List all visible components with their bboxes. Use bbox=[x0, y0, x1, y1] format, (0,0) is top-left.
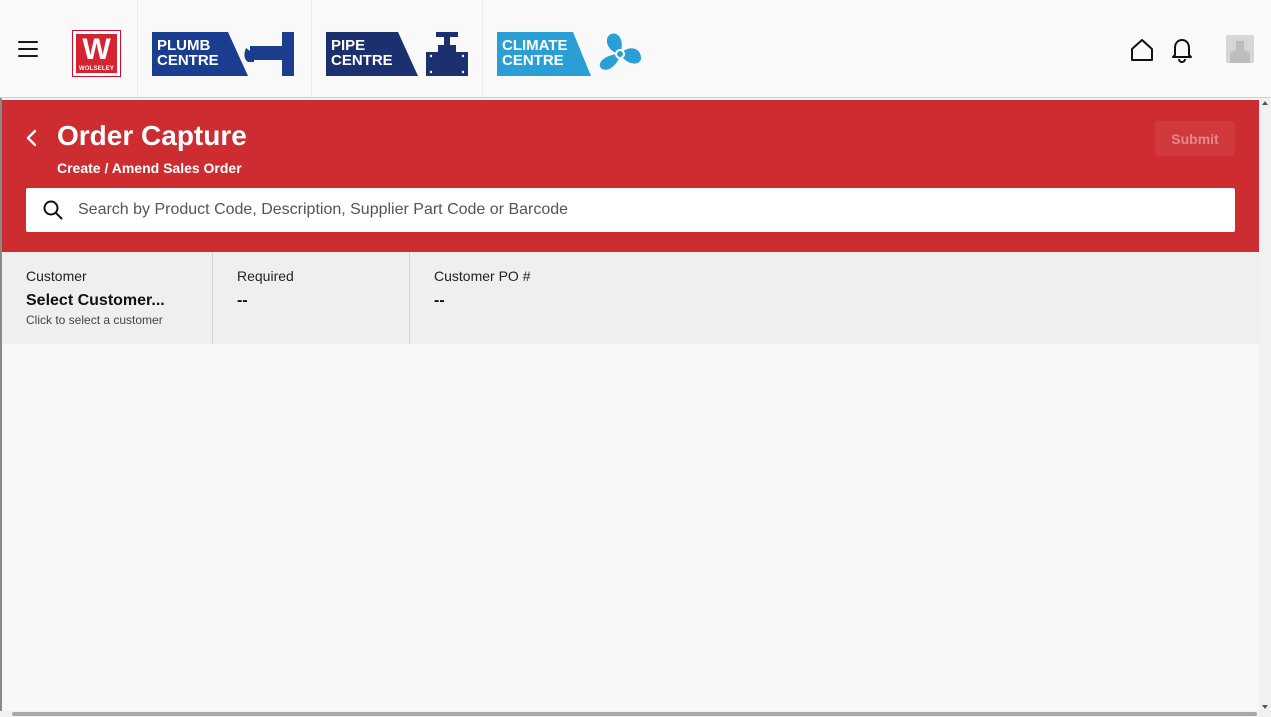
customer-hint: Click to select a customer bbox=[26, 313, 163, 327]
valve-icon bbox=[426, 32, 468, 76]
climate-centre-logo-text: CLIMATE CENTRE bbox=[497, 32, 568, 76]
page-title: Order Capture bbox=[57, 120, 247, 151]
plumb-centre-line1: PLUMB bbox=[157, 37, 211, 54]
top-bar: W WOLSELEY PLUMB CENTRE PIPE CENTRE CLIM… bbox=[0, 0, 1271, 98]
tap-icon bbox=[244, 32, 294, 76]
customer-value: Select Customer... bbox=[26, 292, 165, 309]
page-subtitle: Create / Amend Sales Order bbox=[57, 160, 242, 176]
wolseley-logo: W WOLSELEY bbox=[72, 30, 121, 77]
wolseley-logo-tile[interactable]: W WOLSELEY bbox=[60, 0, 138, 97]
plumb-centre-line2: CENTRE bbox=[157, 52, 219, 69]
pipe-centre-line1: PIPE bbox=[331, 37, 366, 54]
hamburger-icon-line bbox=[18, 48, 38, 50]
order-capture-header: Order Capture Create / Amend Sales Order… bbox=[2, 100, 1259, 252]
pipe-centre-logo-tile[interactable]: PIPE CENTRE bbox=[312, 0, 483, 97]
wolseley-logo-letter: W bbox=[82, 33, 111, 66]
customer-po-field[interactable]: Customer PO # -- bbox=[410, 252, 710, 344]
product-search-box[interactable] bbox=[26, 188, 1235, 232]
climate-centre-line2: CENTRE bbox=[502, 52, 564, 69]
required-label: Required bbox=[237, 268, 294, 284]
order-info-panel: Customer Select Customer... Click to sel… bbox=[2, 252, 1259, 344]
submit-button[interactable]: Submit bbox=[1155, 121, 1235, 156]
required-date-field[interactable]: Required -- bbox=[213, 252, 410, 344]
plumb-centre-logo-tile[interactable]: PLUMB CENTRE bbox=[138, 0, 312, 97]
back-button[interactable] bbox=[22, 127, 42, 149]
climate-centre-logo-tile[interactable]: CLIMATE CENTRE bbox=[483, 0, 658, 97]
pipe-centre-line2: CENTRE bbox=[331, 52, 393, 69]
hamburger-icon-line bbox=[18, 55, 38, 57]
search-icon bbox=[43, 200, 63, 220]
climate-centre-line1: CLIMATE bbox=[502, 37, 568, 54]
customer-selector[interactable]: Customer Select Customer... Click to sel… bbox=[2, 252, 213, 344]
home-icon[interactable] bbox=[1128, 36, 1156, 64]
scroll-down-arrow-icon[interactable] bbox=[1262, 705, 1268, 709]
chevron-left-icon bbox=[26, 129, 37, 147]
bell-icon[interactable] bbox=[1169, 36, 1195, 64]
horizontal-scrollbar-thumb[interactable] bbox=[12, 712, 1257, 716]
customer-po-value: -- bbox=[434, 292, 445, 309]
wolseley-logo-text: WOLSELEY bbox=[78, 66, 115, 72]
horizontal-scrollbar[interactable] bbox=[0, 711, 1271, 717]
plumb-centre-logo-text: PLUMB CENTRE bbox=[152, 32, 219, 76]
pipe-centre-logo-text: PIPE CENTRE bbox=[326, 32, 393, 76]
scroll-up-arrow-icon[interactable] bbox=[1262, 101, 1268, 105]
customer-label: Customer bbox=[26, 268, 87, 284]
vertical-scrollbar[interactable] bbox=[1259, 98, 1271, 712]
user-avatar-icon bbox=[1230, 41, 1250, 63]
hamburger-icon bbox=[18, 41, 38, 43]
product-search-input[interactable] bbox=[78, 188, 1218, 232]
fan-icon bbox=[599, 33, 641, 70]
hamburger-menu-button[interactable] bbox=[12, 34, 44, 64]
required-value: -- bbox=[237, 292, 248, 309]
customer-po-label: Customer PO # bbox=[434, 268, 531, 284]
user-avatar[interactable] bbox=[1226, 35, 1254, 63]
